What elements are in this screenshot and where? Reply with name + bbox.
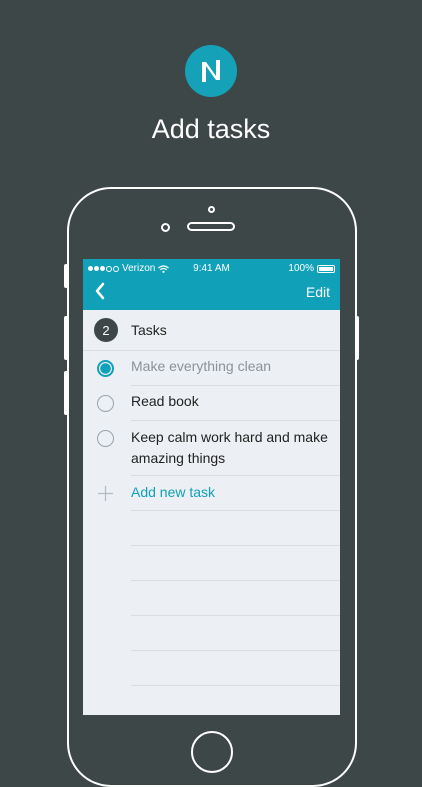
task-row[interactable]: Read book xyxy=(97,386,340,421)
back-button[interactable] xyxy=(93,281,107,301)
list-title: Tasks xyxy=(131,322,167,338)
empty-row xyxy=(131,581,340,616)
empty-row xyxy=(131,511,340,546)
add-task-label: Add new task xyxy=(131,484,216,500)
earpiece-speaker xyxy=(187,222,235,231)
front-camera xyxy=(161,223,170,232)
unchecked-radio-icon[interactable] xyxy=(97,430,114,447)
status-bar: Verizon 9:41 AM 100% xyxy=(88,263,335,275)
task-row[interactable]: Make everything clean xyxy=(97,351,340,386)
proximity-sensor xyxy=(208,206,215,213)
edit-button[interactable]: Edit xyxy=(306,284,330,300)
nav-bar: Verizon 9:41 AM 100% Edit xyxy=(83,259,340,310)
promo-headline: Add tasks xyxy=(151,114,271,144)
battery-icon xyxy=(317,264,335,273)
task-row[interactable]: Keep calm work hard and make amazing thi… xyxy=(97,421,340,476)
empty-row xyxy=(131,616,340,651)
task-label: Read book xyxy=(131,393,199,409)
task-count-badge: 2 xyxy=(94,318,118,342)
app-screen: Verizon 9:41 AM 100% Edit 2 Tasks Make e… xyxy=(83,259,340,715)
power-button xyxy=(355,316,359,360)
task-label: Keep calm work hard and make amazing thi… xyxy=(131,429,328,466)
n-logo-icon xyxy=(185,45,237,97)
battery-percent: 100% xyxy=(288,263,314,274)
unchecked-radio-icon[interactable] xyxy=(97,395,114,412)
chevron-left-icon xyxy=(95,282,105,300)
volume-down-button xyxy=(64,371,68,415)
empty-row xyxy=(131,546,340,581)
list-header: 2 Tasks xyxy=(83,310,340,351)
empty-row xyxy=(131,651,340,686)
plus-icon xyxy=(98,486,113,501)
home-button[interactable] xyxy=(191,731,233,773)
mute-switch xyxy=(64,264,68,288)
task-label: Make everything clean xyxy=(131,358,272,374)
checked-radio-icon[interactable] xyxy=(97,360,114,377)
add-task-row[interactable]: Add new task xyxy=(98,476,340,511)
volume-up-button xyxy=(64,316,68,360)
